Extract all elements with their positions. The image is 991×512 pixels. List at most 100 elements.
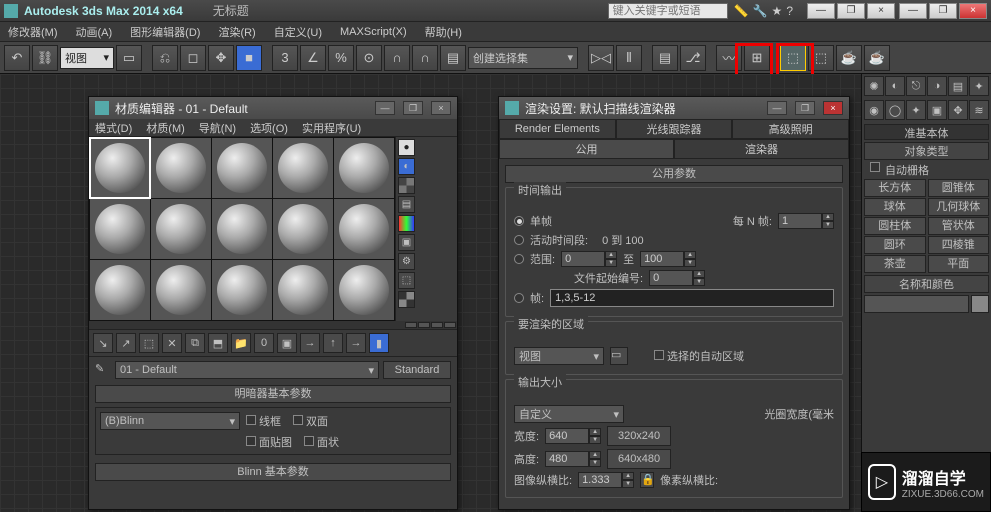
geom-icon[interactable]: ◉ <box>864 100 884 120</box>
get-material-button[interactable]: ↘ <box>93 333 113 353</box>
magnet2-button[interactable]: ∩ <box>412 45 438 71</box>
magnet3-button[interactable]: ▤ <box>440 45 466 71</box>
btn-pyramid[interactable]: 四棱锥 <box>928 236 990 254</box>
make-copy-button[interactable]: ⧉ <box>185 333 205 353</box>
material-slot-10[interactable] <box>334 199 394 259</box>
render-button[interactable]: ☕ <box>864 45 890 71</box>
sample-uv-button[interactable]: ▤ <box>398 196 415 213</box>
material-slot-14[interactable] <box>273 260 333 320</box>
backlight-button[interactable]: ◐ <box>398 158 415 175</box>
btn-tube[interactable]: 管状体 <box>928 217 990 235</box>
inner-min-button[interactable]: — <box>807 3 835 19</box>
background-button[interactable] <box>398 177 415 194</box>
btn-cone[interactable]: 圆锥体 <box>928 179 990 197</box>
material-slot-4[interactable] <box>273 138 333 198</box>
material-menu-options[interactable]: 选项(O) <box>250 120 288 136</box>
show-end-result-button[interactable]: → <box>300 333 320 353</box>
every-n-spinner[interactable]: ▲▼ <box>778 213 834 229</box>
sample-type-button[interactable]: ● <box>398 139 415 156</box>
frames-radio[interactable] <box>514 293 524 303</box>
material-slot-1[interactable] <box>90 138 150 198</box>
area-combo[interactable]: 视图▾ <box>514 347 604 365</box>
hierarchy-tab-icon[interactable]: ⎋ <box>906 76 926 96</box>
undo-button[interactable]: ↶ <box>4 45 30 71</box>
search-input[interactable] <box>608 3 728 19</box>
material-slot-2[interactable] <box>151 138 211 198</box>
material-min-button[interactable]: — <box>375 101 395 115</box>
go-to-parent-button[interactable]: ↑ <box>323 333 343 353</box>
menu-rendering[interactable]: 渲染(R) <box>218 24 255 40</box>
preset-640x480-button[interactable]: 640x480 <box>607 449 671 469</box>
btn-teapot[interactable]: 茶壶 <box>864 255 926 273</box>
tab-raytracer[interactable]: 光线跟踪器 <box>616 119 733 139</box>
btn-box[interactable]: 长方体 <box>864 179 926 197</box>
align-button[interactable]: ⫴ <box>616 45 642 71</box>
material-map-navigator-button[interactable] <box>398 291 415 308</box>
inner-close-button[interactable]: × <box>867 3 895 19</box>
frames-input[interactable] <box>550 289 834 307</box>
star-icon[interactable]: ★ <box>772 4 783 18</box>
output-size-combo[interactable]: 自定义▾ <box>514 405 624 423</box>
reset-map-button[interactable]: ✕ <box>162 333 182 353</box>
material-menu-material[interactable]: 材质(M) <box>146 120 185 136</box>
tab-renderer[interactable]: 渲染器 <box>674 139 849 159</box>
width-spinner[interactable]: ▲▼ <box>545 428 601 444</box>
layer-button[interactable]: ▤ <box>652 45 678 71</box>
menu-modifiers[interactable]: 修改器(M) <box>8 24 58 40</box>
active-segment-radio[interactable] <box>514 235 524 245</box>
motion-tab-icon[interactable]: ◑ <box>927 76 947 96</box>
rotate-button[interactable]: ■ <box>236 45 262 71</box>
angle-snap[interactable]: ∠ <box>300 45 326 71</box>
help-search[interactable] <box>608 3 728 19</box>
utility-tab-icon[interactable]: ✦ <box>969 76 989 96</box>
link-button[interactable]: ⛓ <box>32 45 58 71</box>
material-slot-15[interactable] <box>334 260 394 320</box>
material-slot-11[interactable] <box>90 260 150 320</box>
snap-toggle[interactable]: 3 <box>272 45 298 71</box>
min-button[interactable]: — <box>899 3 927 19</box>
render-min-button[interactable]: — <box>767 101 787 115</box>
shapes-icon[interactable]: ◯ <box>885 100 905 120</box>
image-aspect-spinner[interactable]: ▲▼ <box>578 472 634 488</box>
facemap-checkbox[interactable] <box>246 436 256 446</box>
blinn-rollout-header[interactable]: Blinn 基本参数 <box>95 463 451 481</box>
schematic-button[interactable]: ⊞ <box>744 45 770 71</box>
graph-button[interactable]: ⎇ <box>680 45 706 71</box>
range-to-spinner[interactable]: ▲▼ <box>640 251 696 267</box>
material-slot-5[interactable] <box>334 138 394 198</box>
render-frame-button[interactable]: ☕ <box>836 45 862 71</box>
btn-cylinder[interactable]: 圆柱体 <box>864 217 926 235</box>
btn-torus[interactable]: 圆环 <box>864 236 926 254</box>
eyedropper-icon[interactable]: ✎ <box>95 362 111 378</box>
mirror-button[interactable]: ▷◁ <box>588 45 614 71</box>
menu-animation[interactable]: 动画(A) <box>76 24 113 40</box>
single-frame-radio[interactable] <box>514 216 524 226</box>
material-slot-6[interactable] <box>90 199 150 259</box>
menu-graph-editors[interactable]: 图形编辑器(D) <box>130 24 200 40</box>
create-tab-icon[interactable]: ✺ <box>864 76 884 96</box>
render-setup-button[interactable]: ⬚ <box>808 45 834 71</box>
wrench-icon[interactable]: 🔧 <box>753 4 768 18</box>
select-button[interactable]: ▭ <box>116 45 142 71</box>
material-menu-modes[interactable]: 模式(D) <box>95 120 132 136</box>
material-slot-7[interactable] <box>151 199 211 259</box>
material-type-button[interactable]: Standard <box>383 361 451 379</box>
range-from-spinner[interactable]: ▲▼ <box>561 251 617 267</box>
btn-plane[interactable]: 平面 <box>928 255 990 273</box>
object-name-input[interactable] <box>864 295 969 313</box>
help-icon[interactable]: ? <box>786 4 793 18</box>
make-unique-button[interactable]: ⬒ <box>208 333 228 353</box>
viewport-combo[interactable]: 视图▾ <box>60 47 114 69</box>
named-selection-combo[interactable]: 创建选择集▾ <box>468 47 578 69</box>
2sided-checkbox[interactable] <box>293 415 303 425</box>
lock-aspect-icon[interactable]: 🔒 <box>640 472 654 488</box>
material-slot-8[interactable] <box>212 199 272 259</box>
material-slot-3[interactable] <box>212 138 272 198</box>
cameras-icon[interactable]: ▣ <box>927 100 947 120</box>
render-max-button[interactable]: ❐ <box>795 101 815 115</box>
modify-tab-icon[interactable]: ◐ <box>885 76 905 96</box>
material-scrollbar[interactable] <box>89 321 457 329</box>
close-button[interactable]: × <box>959 3 987 19</box>
put-to-library-button[interactable]: 📁 <box>231 333 251 353</box>
material-slot-13[interactable] <box>212 260 272 320</box>
